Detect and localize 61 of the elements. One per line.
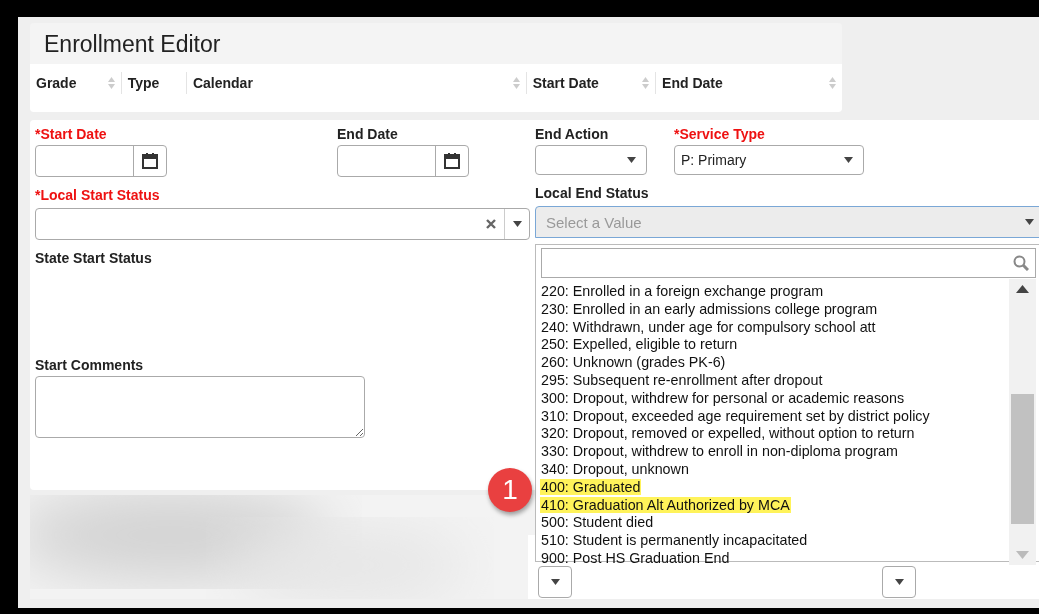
scroll-down-icon[interactable]	[1016, 551, 1029, 559]
list-option[interactable]: 500: Student died	[540, 514, 655, 531]
clear-icon	[486, 219, 496, 229]
scrollbar[interactable]	[1009, 279, 1036, 565]
search-icon	[1013, 255, 1029, 271]
column-label: End Date	[662, 75, 723, 91]
calendar-icon	[141, 152, 159, 170]
date-field[interactable]	[35, 145, 167, 177]
caret-icon	[550, 579, 560, 585]
column-header[interactable]: Type	[120, 72, 186, 94]
field-label: Local End Status	[535, 185, 649, 201]
column-label: Calendar	[192, 75, 253, 91]
scroll-up-icon[interactable]	[1016, 285, 1029, 293]
caret-icon	[512, 221, 522, 227]
list-option[interactable]: 250: Expelled, eligible to return	[540, 336, 739, 353]
column-header[interactable]: Grade	[30, 72, 121, 94]
field-label: State Start Status	[35, 250, 152, 266]
column-header[interactable]: Start Date	[525, 72, 656, 94]
comments-field[interactable]	[35, 376, 365, 438]
list-option[interactable]: 310: Dropout, exceeded age requirement set by district policy	[540, 407, 931, 424]
list-option[interactable]: 240: Withdrawn, under age for compulsory school att	[540, 318, 877, 335]
select-field[interactable]	[882, 566, 916, 598]
page-title: Enrollment Editor	[43, 30, 222, 59]
field-label: *Service Type	[674, 126, 765, 142]
list-option[interactable]: 510: Student is permanently incapacitated	[540, 532, 809, 549]
sort-icon[interactable]	[512, 76, 520, 90]
column-header[interactable]: Calendar	[185, 72, 526, 94]
caret-icon	[844, 157, 853, 163]
column-label: Start Date	[532, 75, 599, 91]
field-label: *Local Start Status	[35, 187, 160, 203]
caret-icon	[894, 579, 904, 585]
list-option[interactable]: 230: Enrolled in an early admissions college program	[540, 300, 879, 317]
list-option[interactable]: 295: Subsequent re-enrollment after dropout	[540, 372, 824, 388]
list-option[interactable]: 410: Graduation Alt Authorized by MCA	[540, 496, 791, 513]
list-option[interactable]: 260: Unknown (grades PK-6)	[540, 354, 727, 371]
select-field[interactable]: P: Primary	[674, 145, 864, 175]
list-option[interactable]: 300: Dropout, withdrew for personal or academic reasons	[540, 389, 906, 406]
field-label: Start Comments	[35, 357, 144, 373]
list-option[interactable]: 340: Dropout, unknown	[540, 460, 690, 477]
calendar-icon	[443, 152, 461, 170]
column-label: Type	[127, 75, 160, 91]
date-field[interactable]	[337, 145, 469, 177]
list-option[interactable]: 330: Dropout, withdrew to enroll in non-diploma program	[540, 443, 899, 460]
sort-icon[interactable]	[107, 76, 115, 90]
list-option[interactable]: 320: Dropout, removed or expelled, without option to return	[540, 425, 916, 442]
list-option[interactable]: 900: Post HS Graduation End	[540, 549, 731, 566]
search-field[interactable]	[541, 248, 1036, 278]
list-option[interactable]: 220: Enrolled in a foreign exchange program	[540, 283, 825, 299]
field-label: End Date	[337, 126, 398, 142]
sort-icon[interactable]	[642, 76, 650, 90]
sort-icon[interactable]	[829, 76, 836, 90]
caret-icon	[627, 157, 636, 163]
field-label: End Action	[535, 126, 609, 142]
field-label: *Start Date	[35, 126, 107, 142]
caret-icon	[1025, 219, 1034, 225]
column-header[interactable]: End Date	[655, 72, 842, 94]
select-field[interactable]	[538, 566, 572, 598]
select-field[interactable]	[535, 145, 647, 175]
column-label: Grade	[36, 75, 77, 91]
list-option[interactable]: 400: Graduated	[540, 478, 642, 495]
combo-field[interactable]	[35, 208, 530, 240]
